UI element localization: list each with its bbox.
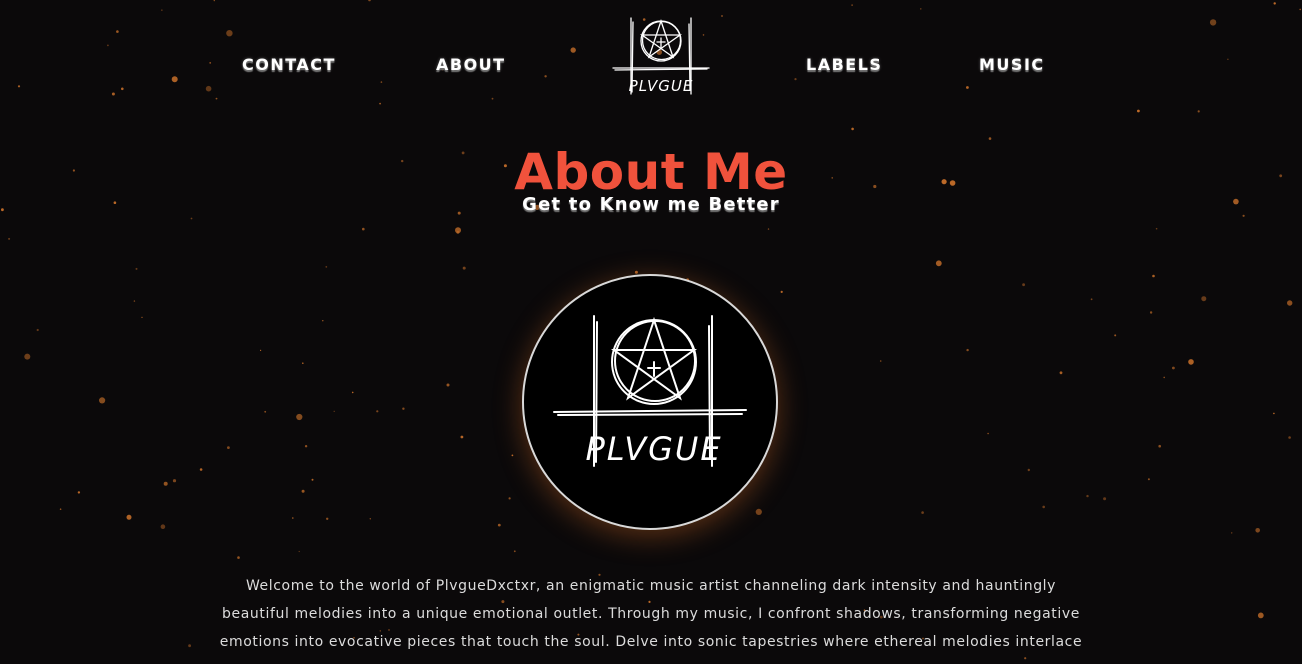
star-dot [446, 383, 450, 387]
star-dot [1147, 478, 1150, 481]
star-dot [99, 397, 106, 404]
star-dot [879, 360, 882, 362]
star-dot [1022, 283, 1025, 287]
star-dot [126, 514, 132, 520]
star-dot [1287, 300, 1293, 306]
star-dot [296, 413, 303, 421]
nav-music-link[interactable]: MUSIC [979, 55, 1045, 74]
star-dot [302, 362, 304, 365]
star-dot [301, 489, 305, 493]
star-dot [311, 478, 314, 481]
star-dot [188, 644, 192, 648]
star-dot [460, 435, 464, 439]
star-dot [1090, 298, 1093, 301]
star-dot [1288, 436, 1291, 439]
star-dot [362, 227, 365, 231]
star-dot [190, 217, 193, 220]
star-dot [199, 468, 203, 471]
profile-pentagram-icon: PLVGUE [553, 315, 747, 468]
star-dot [237, 556, 240, 559]
star-dot [264, 410, 267, 413]
star-dot [851, 127, 854, 131]
star-dot [1114, 334, 1117, 337]
star-dot [1086, 494, 1089, 498]
pentagram-logo-icon[interactable]: PLVGUE [611, 14, 711, 98]
star-dot [767, 228, 770, 230]
star-dot [322, 320, 324, 322]
star-dot [160, 524, 166, 529]
star-dot [1255, 528, 1260, 533]
star-dot [163, 481, 168, 486]
star-dot [325, 266, 328, 268]
star-dot [260, 349, 262, 351]
star-dot [133, 300, 136, 302]
bio-paragraph: Welcome to the world of PlvgueDxctxr, an… [219, 578, 1083, 650]
star-dot [455, 227, 461, 234]
nav-labels-link[interactable]: LABELS [806, 55, 882, 74]
star-dot [1152, 274, 1155, 278]
star-dot [402, 407, 405, 410]
star-dot [36, 328, 39, 332]
top-navigation: CONTACT ABOUT PLVGUE LABELS MUSIC [0, 0, 1302, 120]
star-dot [456, 230, 460, 234]
star-dot [1188, 359, 1194, 365]
star-dot [326, 517, 329, 520]
profile-image-text: PLVGUE [585, 430, 722, 468]
star-dot [1273, 412, 1275, 415]
star-dot [1042, 505, 1045, 509]
star-dot [987, 432, 989, 435]
star-dot [292, 517, 294, 519]
star-dot [59, 508, 62, 511]
star-dot [8, 237, 11, 240]
star-dot [634, 270, 638, 274]
star-dot [1149, 311, 1153, 314]
star-dot [508, 497, 511, 500]
star-dot [1103, 497, 1107, 501]
nav-about-link[interactable]: ABOUT [436, 55, 506, 74]
star-dot [351, 391, 354, 394]
nav-contact-link[interactable]: CONTACT [242, 55, 336, 74]
star-dot [511, 454, 514, 457]
star-dot [141, 316, 143, 318]
star-dot [1257, 612, 1264, 619]
star-dot [1231, 532, 1233, 534]
logo-text: PLVGUE [629, 77, 694, 95]
star-dot [1027, 468, 1031, 472]
star-dot [227, 446, 230, 449]
star-dot [369, 518, 371, 520]
star-dot [77, 491, 81, 494]
star-dot [172, 479, 177, 483]
star-dot [376, 410, 379, 413]
star-dot [304, 445, 308, 448]
star-dot [1242, 214, 1245, 217]
star-dot [513, 550, 516, 553]
star-dot [1172, 366, 1175, 370]
star-dot [24, 353, 31, 360]
page-subtitle: Get to Know me Better [522, 194, 780, 215]
star-dot [497, 523, 501, 527]
star-dot [1155, 227, 1158, 230]
profile-avatar: PLVGUE [522, 274, 778, 530]
star-dot [333, 410, 335, 412]
star-dot [1163, 376, 1165, 379]
star-dot [298, 550, 300, 553]
star-dot [135, 267, 138, 270]
star-dot [1059, 371, 1063, 375]
star-dot [1158, 444, 1161, 448]
star-dot [935, 260, 942, 267]
star-dot [462, 266, 466, 270]
star-dot [780, 290, 783, 293]
star-dot [966, 348, 969, 352]
star-dot [1201, 296, 1207, 302]
star-dot [1024, 657, 1027, 660]
star-dot [921, 511, 924, 514]
